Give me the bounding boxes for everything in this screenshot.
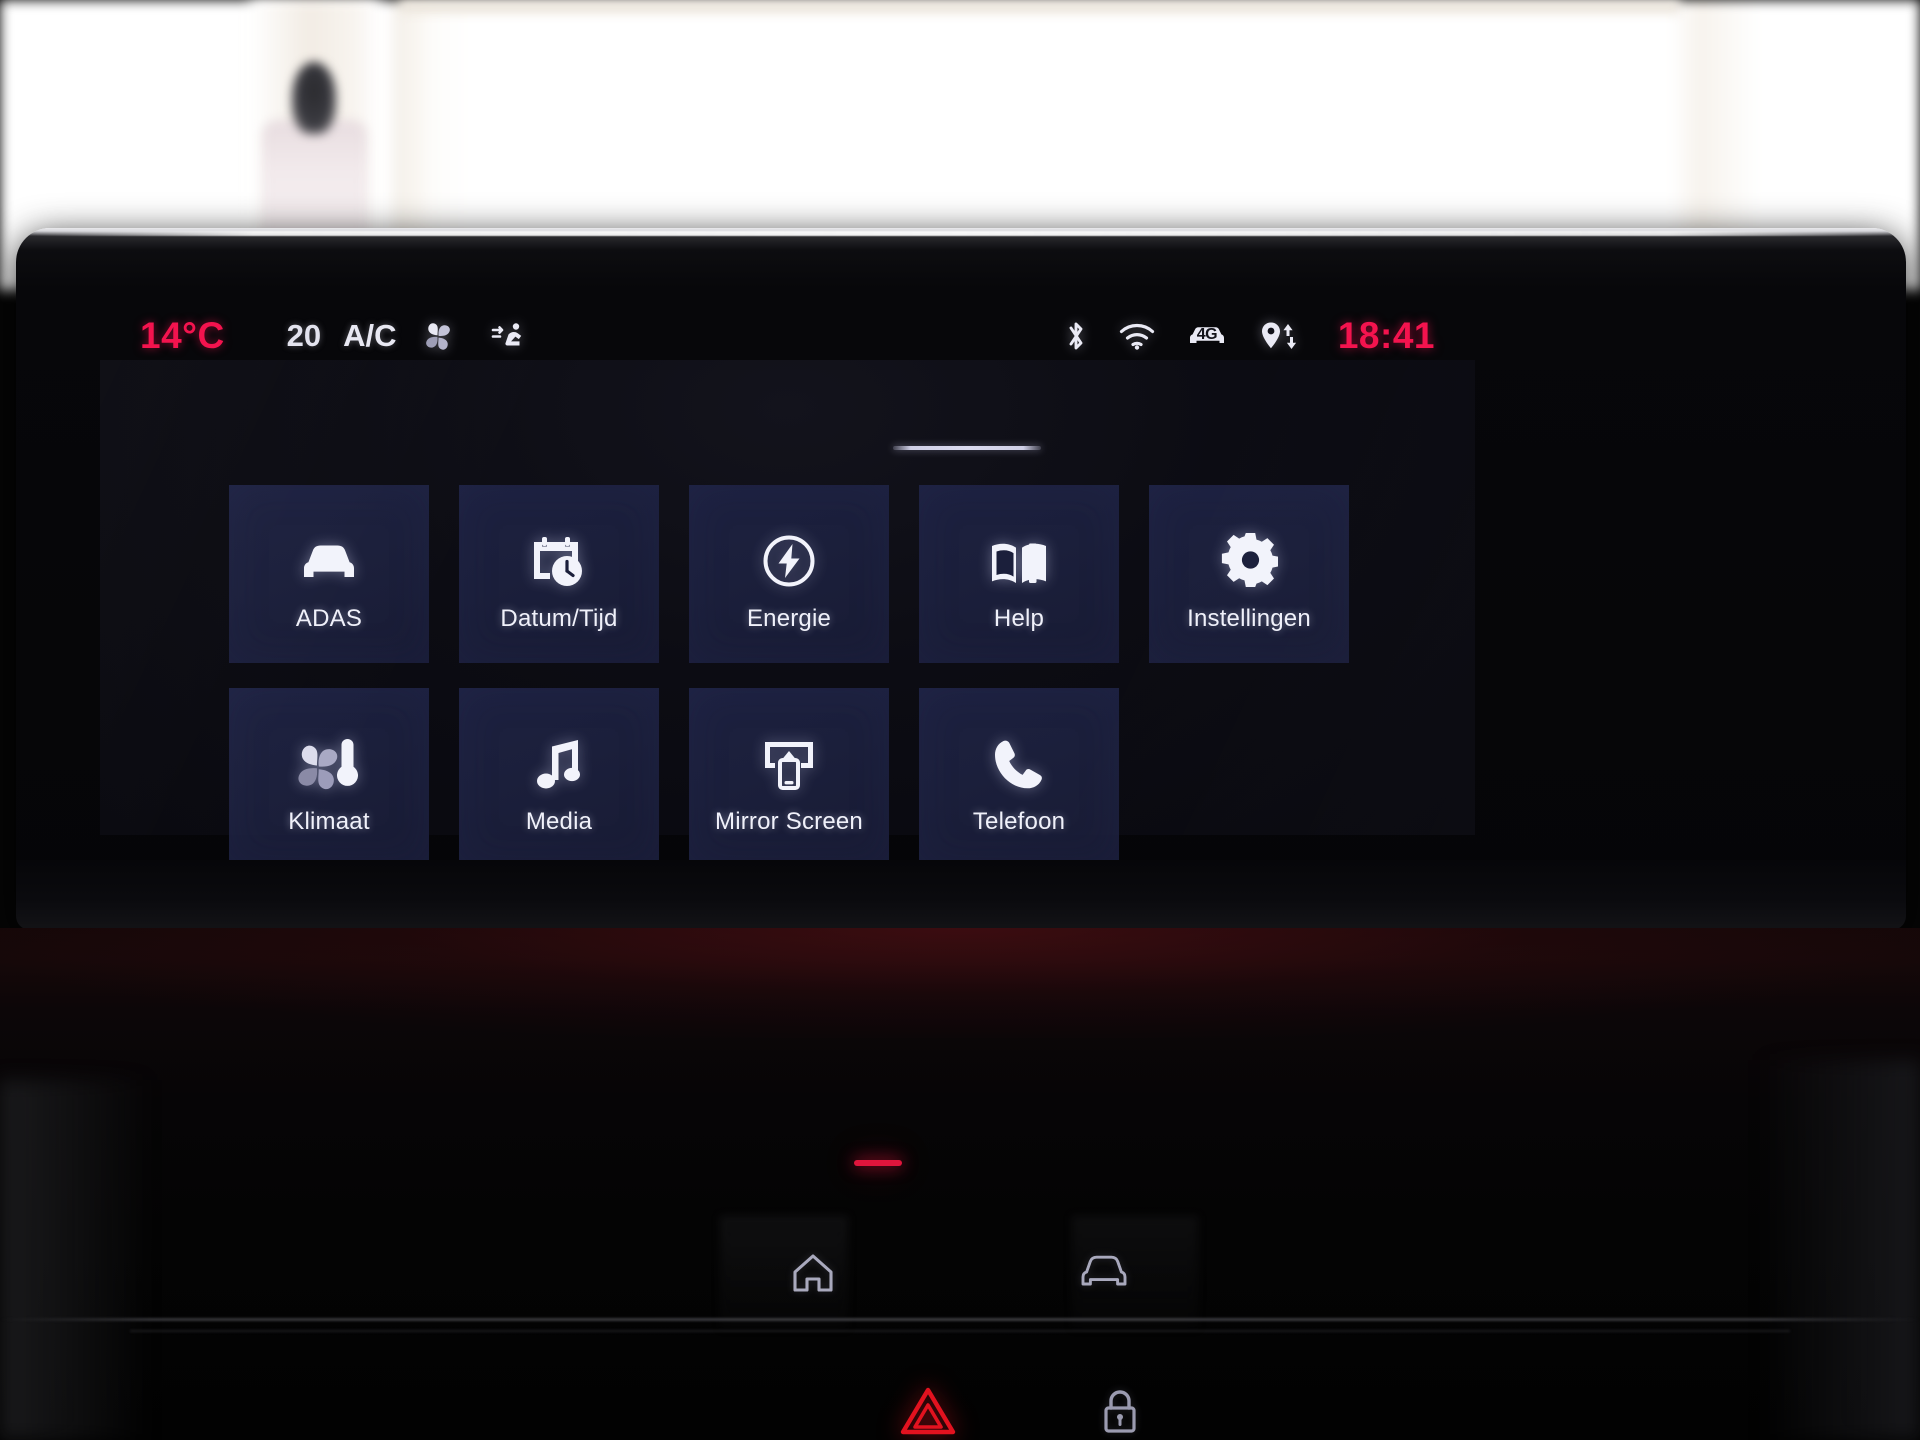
hardware-button-row-top (790, 1230, 1130, 1316)
console-right-shadow (1760, 1060, 1920, 1440)
car-front-icon (296, 515, 362, 589)
tile-klimaat[interactable]: Klimaat (229, 688, 429, 866)
car-front-outline-icon[interactable] (1078, 1253, 1130, 1293)
tile-label: Telefoon (972, 808, 1066, 835)
head-unit-lower-bezel (16, 860, 1906, 930)
outside-temperature: 14°C (140, 315, 225, 356)
status-bar-right: 4G 18:41 (1064, 315, 1435, 357)
status-bar-left: 14°C 20 A/C (140, 315, 525, 357)
tile-empty-slot (1149, 688, 1349, 866)
airflow-seat-icon[interactable] (489, 320, 525, 352)
tile-label: Instellingen (1187, 605, 1311, 632)
energy-bolt-circle-icon (761, 515, 817, 589)
hazard-warning-triangle-icon[interactable] (900, 1386, 956, 1436)
home-icon[interactable] (790, 1251, 836, 1295)
tile-adas[interactable]: ADAS (229, 485, 429, 663)
background-headliner-trim (400, 0, 1680, 14)
tile-label: Mirror Screen (715, 808, 863, 835)
hardware-button-row-bottom (900, 1372, 1140, 1440)
tile-help[interactable]: Help (919, 485, 1119, 663)
network-type-label: 4G (1196, 325, 1218, 343)
tile-label: ADAS (295, 605, 363, 632)
tile-mirror-screen[interactable]: Mirror Screen (689, 688, 889, 866)
open-book-info-icon (988, 515, 1050, 589)
tile-energie[interactable]: Energie (689, 485, 889, 663)
home-menu-grid: ADAS Datum/Tijd Energie Help Instellinge… (229, 485, 1349, 866)
music-note-icon (534, 718, 584, 792)
console-seam (0, 1318, 1920, 1321)
status-bar: 14°C 20 A/C 4G 18:41 (100, 305, 1475, 367)
climate-set-temperature[interactable]: 20 (287, 318, 321, 354)
bluetooth-icon[interactable] (1064, 319, 1088, 353)
ac-toggle-label[interactable]: A/C (343, 318, 396, 354)
tile-instellingen[interactable]: Instellingen (1149, 485, 1349, 663)
head-unit-top-highlight (30, 231, 1892, 236)
location-pin-data-transfer-icon[interactable] (1258, 320, 1300, 352)
fan-icon[interactable] (421, 320, 455, 352)
tile-datum-tijd[interactable]: Datum/Tijd (459, 485, 659, 663)
gear-icon (1220, 515, 1278, 589)
console-seam-secondary (130, 1330, 1790, 1332)
phone-handset-icon (991, 718, 1047, 792)
clock: 18:41 (1337, 315, 1435, 356)
tile-label: Klimaat (288, 808, 370, 835)
page-indicator-bar[interactable] (893, 446, 1041, 450)
network-vehicle-icon: 4G (1186, 321, 1228, 351)
calendar-clock-icon (529, 515, 589, 589)
infotainment-photo-scene: 14°C 20 A/C 4G 18:41 ADAS Datum/Tijd Ene… (0, 0, 1920, 1440)
door-lock-icon[interactable] (1100, 1386, 1140, 1436)
wifi-icon[interactable] (1118, 321, 1156, 351)
tile-label: Help (993, 605, 1045, 632)
console-left-shadow (0, 1080, 150, 1440)
tile-label: Datum/Tijd (500, 605, 618, 632)
tile-telefoon[interactable]: Telefoon (919, 688, 1119, 866)
fan-thermometer-icon (295, 718, 363, 792)
center-console (0, 928, 1920, 1440)
tile-label: Media (525, 808, 593, 835)
screen-mirror-phone-icon (758, 718, 820, 792)
background-rearview-mirror-camera (292, 62, 336, 134)
tile-media[interactable]: Media (459, 688, 659, 866)
console-indicator-led (854, 1160, 902, 1166)
tile-label: Energie (746, 605, 832, 632)
